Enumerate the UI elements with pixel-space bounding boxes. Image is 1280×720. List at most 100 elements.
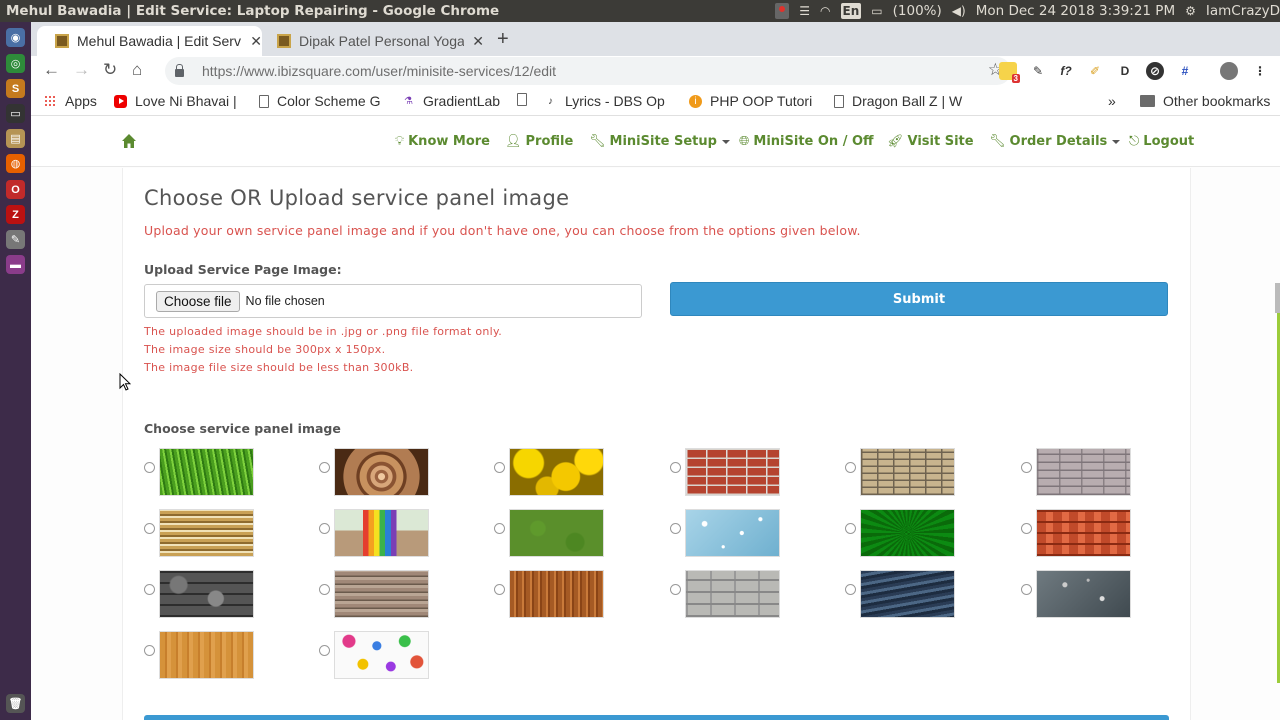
- image-radio[interactable]: [845, 584, 856, 595]
- image-option-rain-glass[interactable]: [1021, 570, 1141, 618]
- forward-arrow-icon[interactable]: →: [73, 60, 90, 80]
- extension-block-icon[interactable]: ⊘: [1146, 62, 1164, 80]
- image-option-grass[interactable]: [144, 448, 264, 496]
- screen-recorder-icon[interactable]: [775, 3, 790, 19]
- bookmark-php-oop[interactable]: i PHP OOP Tutori: [689, 93, 819, 109]
- grey-stone-wall-thumbnail[interactable]: [685, 570, 780, 618]
- image-radio[interactable]: [319, 584, 330, 595]
- rain-glass-thumbnail[interactable]: [1036, 570, 1131, 618]
- image-radio[interactable]: [1021, 462, 1032, 473]
- bamboo-thumbnail[interactable]: [509, 570, 604, 618]
- volume-icon[interactable]: ◀): [952, 3, 966, 19]
- sublime-launcher-icon[interactable]: S: [6, 79, 25, 98]
- image-radio[interactable]: [670, 584, 681, 595]
- image-option-grey-brick[interactable]: [1021, 448, 1141, 496]
- image-option-dark-stone-wall[interactable]: [144, 570, 264, 618]
- moss-thumbnail[interactable]: [509, 509, 604, 557]
- nav-profile[interactable]: 👤︎ Profile: [505, 134, 573, 149]
- clock[interactable]: Mon Dec 24 2018 3:39:21 PM: [976, 3, 1175, 19]
- battery-icon[interactable]: ▭: [871, 3, 882, 19]
- keyboard-layout-indicator[interactable]: En: [840, 3, 862, 19]
- grass-thumbnail[interactable]: [159, 448, 254, 496]
- username[interactable]: IamCrazyD: [1206, 3, 1280, 19]
- address-bar[interactable]: https://www.ibizsquare.com/user/minisite…: [165, 57, 1011, 85]
- image-radio[interactable]: [144, 645, 155, 656]
- image-option-plywood[interactable]: [144, 631, 264, 679]
- tab-edit-service[interactable]: Mehul Bawadia | Edit Serv ✕: [37, 26, 262, 56]
- back-arrow-icon[interactable]: ←: [43, 60, 60, 80]
- image-option-sandstone-brick[interactable]: [845, 448, 965, 496]
- bookmark-untitled[interactable]: [517, 93, 535, 106]
- bookmark-dragon-ball[interactable]: Dragon Ball Z | W: [834, 93, 964, 109]
- tree-rings-thumbnail[interactable]: [334, 448, 429, 496]
- image-radio[interactable]: [494, 523, 505, 534]
- image-option-rainbow-cup[interactable]: [319, 509, 439, 557]
- roof-tiles-thumbnail[interactable]: [1036, 509, 1131, 557]
- image-option-moss[interactable]: [494, 509, 614, 557]
- image-option-butterflies[interactable]: [319, 631, 439, 679]
- image-radio[interactable]: [144, 584, 155, 595]
- nav-logout[interactable]: ⎋ Logout: [1129, 134, 1194, 149]
- image-option-roof-tiles[interactable]: [1021, 509, 1141, 557]
- reload-icon[interactable]: ↻: [103, 60, 117, 80]
- image-radio[interactable]: [319, 523, 330, 534]
- nav-know-more[interactable]: 💡︎ Know More: [395, 134, 490, 149]
- bookmark-lyrics[interactable]: ♪ Lyrics - DBS Op: [544, 93, 674, 109]
- image-radio[interactable]: [845, 462, 856, 473]
- wifi-icon[interactable]: ◠: [820, 3, 830, 19]
- nav-minisite-on-off[interactable]: 🌐︎ MiniSite On / Off: [739, 134, 874, 149]
- image-option-tree-rings[interactable]: [319, 448, 439, 496]
- image-radio[interactable]: [845, 523, 856, 534]
- extension-d-icon[interactable]: D: [1116, 62, 1134, 80]
- image-radio[interactable]: [144, 523, 155, 534]
- image-radio[interactable]: [1021, 584, 1032, 595]
- image-radio[interactable]: [670, 462, 681, 473]
- dash-icon[interactable]: ◉: [6, 28, 25, 47]
- plywood-thumbnail[interactable]: [159, 631, 254, 679]
- menu-list-icon[interactable]: ☰: [799, 3, 810, 19]
- nav-minisite-setup[interactable]: 🔧︎ MiniSite Setup: [589, 134, 730, 149]
- url-text[interactable]: https://www.ibizsquare.com/user/minisite…: [202, 63, 556, 79]
- image-radio[interactable]: [144, 462, 155, 473]
- image-radio[interactable]: [1021, 523, 1032, 534]
- image-option-bamboo[interactable]: [494, 570, 614, 618]
- choose-file-button[interactable]: Choose file: [156, 290, 240, 312]
- extension-fonts-icon[interactable]: f?: [1057, 62, 1075, 80]
- image-option-red-brick[interactable]: [670, 448, 790, 496]
- bookmark-color-scheme[interactable]: Color Scheme G: [259, 93, 387, 109]
- image-radio[interactable]: [319, 645, 330, 656]
- filezilla-launcher-icon[interactable]: Z: [6, 205, 25, 224]
- tools-launcher-icon[interactable]: ✎: [6, 230, 25, 249]
- image-option-green-burst[interactable]: [845, 509, 965, 557]
- chrome-launcher-icon[interactable]: ◎: [6, 54, 25, 73]
- other-bookmarks-folder[interactable]: Other bookmarks: [1140, 93, 1270, 109]
- home-icon[interactable]: [121, 133, 137, 149]
- home-icon[interactable]: ⌂: [132, 60, 142, 80]
- image-option-water-drops[interactable]: [670, 509, 790, 557]
- sandstone-brick-thumbnail[interactable]: [860, 448, 955, 496]
- tab-yoga[interactable]: Dipak Patel Personal Yoga ✕: [259, 26, 484, 56]
- terminal-launcher-icon[interactable]: ▭: [6, 104, 25, 123]
- new-tab-button[interactable]: +: [497, 28, 509, 51]
- extension-grid-icon[interactable]: #: [1176, 62, 1194, 80]
- image-radio[interactable]: [494, 462, 505, 473]
- bookmark-gradientlab[interactable]: ⚗ GradientLab: [402, 93, 500, 109]
- grey-brick-thumbnail[interactable]: [1036, 448, 1131, 496]
- butterflies-thumbnail[interactable]: [334, 631, 429, 679]
- red-brick-thumbnail[interactable]: [685, 448, 780, 496]
- save-button[interactable]: [144, 715, 1169, 720]
- opera-launcher-icon[interactable]: O: [6, 180, 25, 199]
- green-burst-thumbnail[interactable]: [860, 509, 955, 557]
- sea-water-thumbnail[interactable]: [860, 570, 955, 618]
- submit-button[interactable]: Submit: [670, 282, 1168, 316]
- extension-pencil-icon[interactable]: ✐: [1086, 62, 1104, 80]
- dark-stone-wall-thumbnail[interactable]: [159, 570, 254, 618]
- extension-bulb-icon[interactable]: 3: [999, 62, 1020, 83]
- nav-order-details[interactable]: 🔧︎ Order Details: [989, 134, 1121, 149]
- yellow-fruit-thumbnail[interactable]: [509, 448, 604, 496]
- image-option-flat-stone-wall[interactable]: [319, 570, 439, 618]
- file-upload-input[interactable]: Choose file No file chosen: [144, 284, 642, 318]
- bookmark-apps[interactable]: Apps: [44, 93, 97, 109]
- image-option-coin-stacks[interactable]: [144, 509, 264, 557]
- image-option-sea-water[interactable]: [845, 570, 965, 618]
